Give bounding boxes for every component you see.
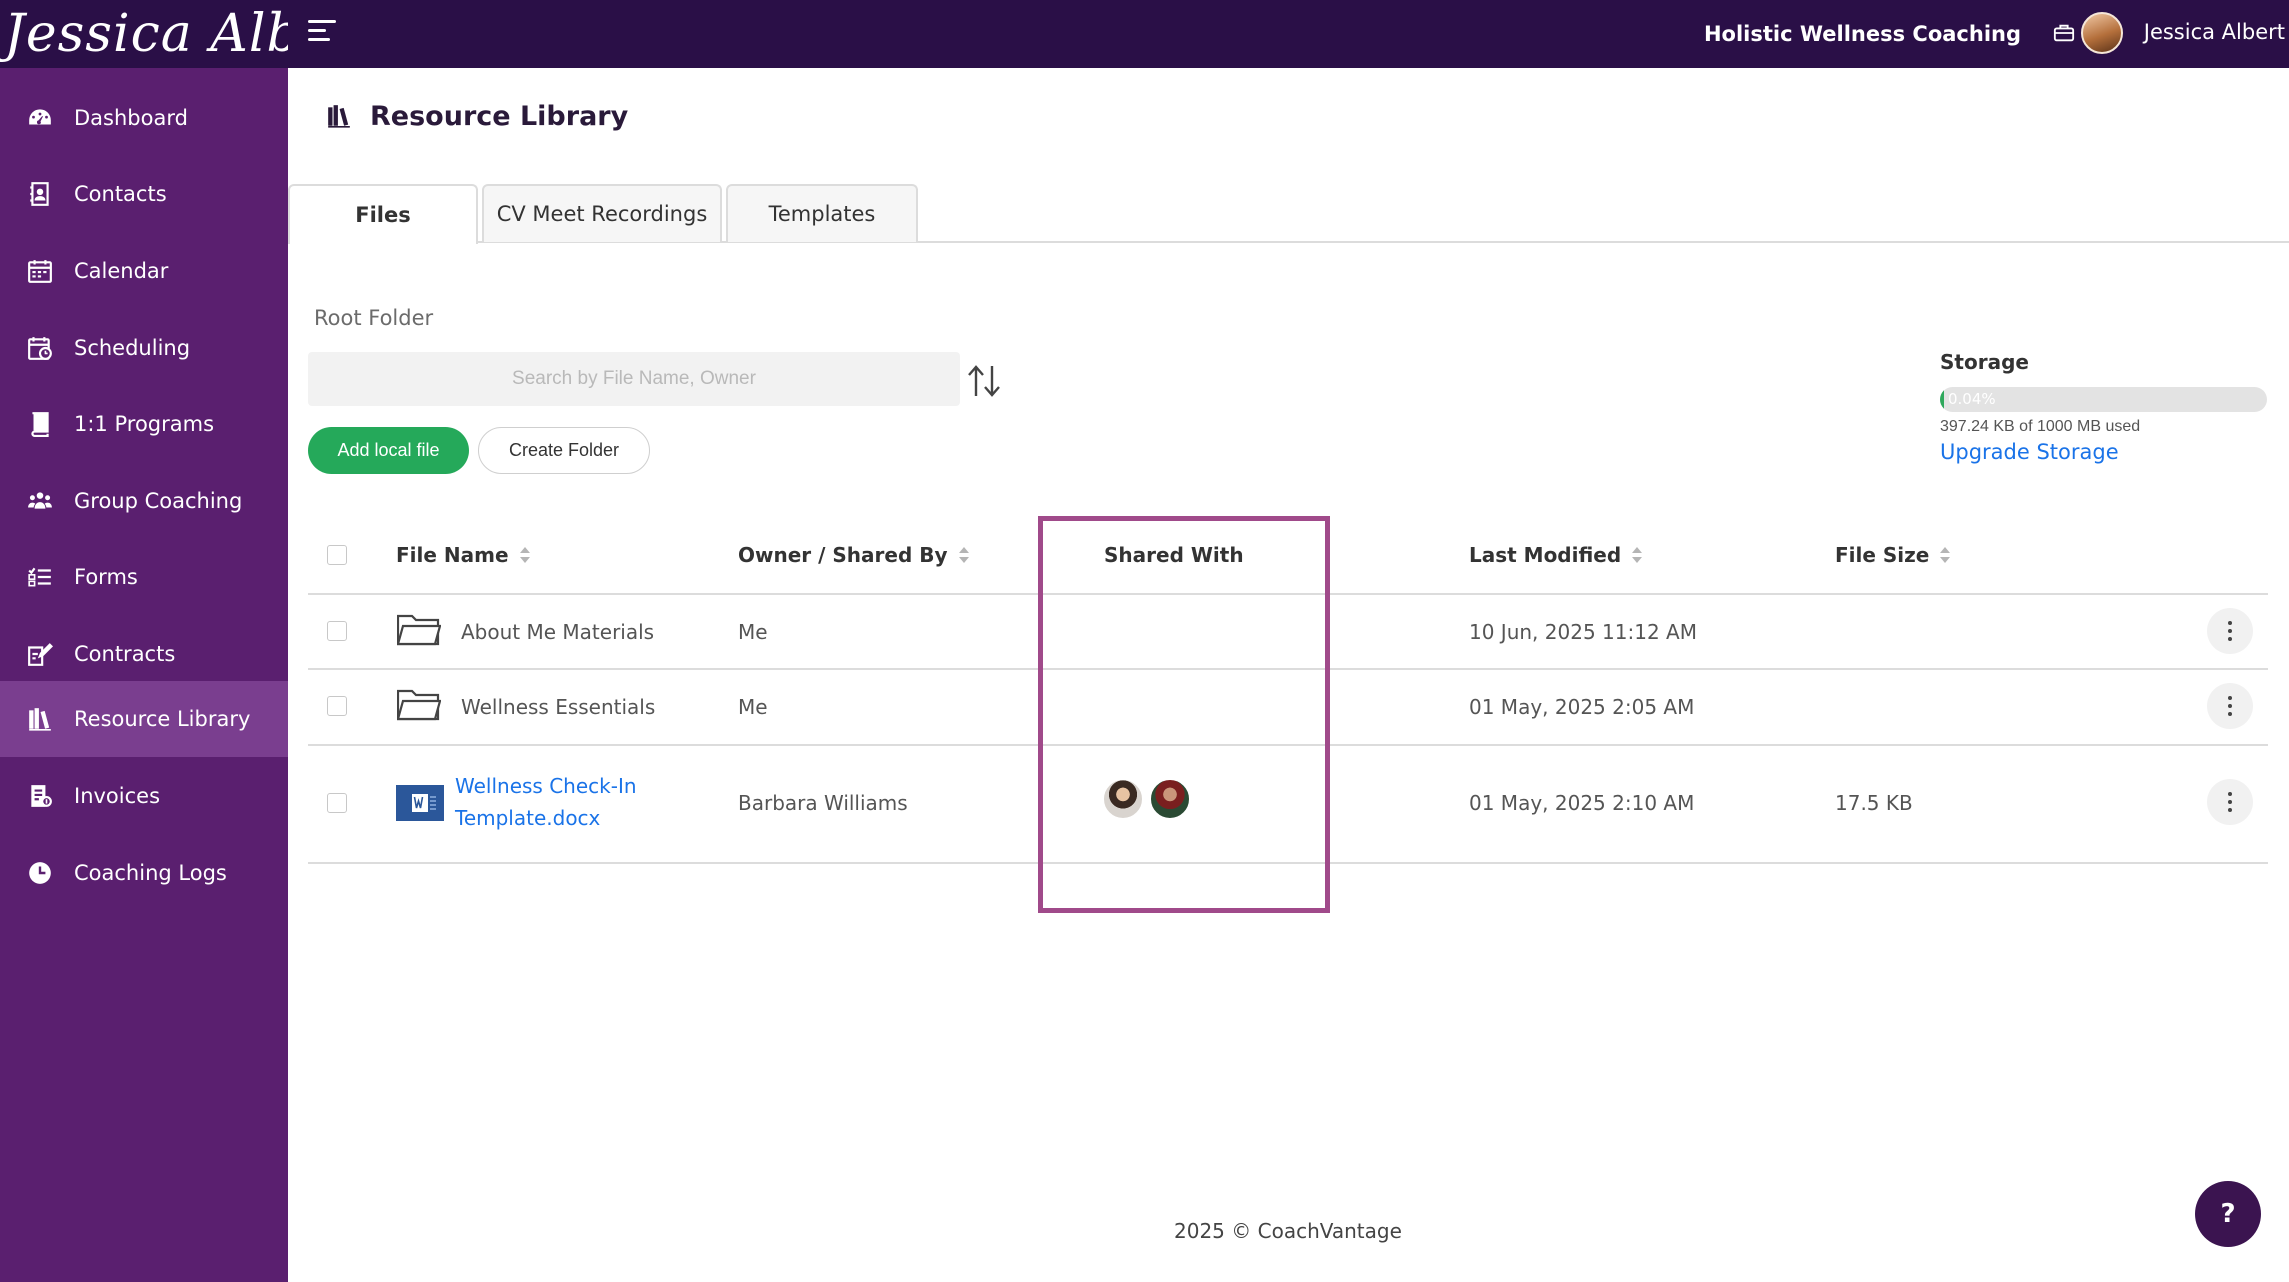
- file-owner: Me: [738, 620, 768, 644]
- shared-with-highlight: [1038, 516, 1330, 913]
- row-actions-icon[interactable]: [2207, 608, 2253, 654]
- header-file-name[interactable]: File Name: [396, 540, 531, 570]
- business-name[interactable]: Holistic Wellness Coaching: [1704, 0, 2021, 68]
- file-name-line: Wellness Check-In: [455, 774, 637, 798]
- tab-files[interactable]: Files: [288, 184, 478, 244]
- row-checkbox[interactable]: [327, 696, 347, 716]
- file-name[interactable]: Wellness Essentials: [461, 695, 655, 719]
- sidebar-item-forms[interactable]: Forms: [0, 539, 288, 615]
- invoices-icon: [26, 782, 54, 810]
- sidebar-item-label: Contracts: [74, 642, 176, 666]
- sort-toggle-icon[interactable]: [966, 364, 1002, 398]
- breadcrumb[interactable]: Root Folder: [314, 306, 433, 330]
- search-input[interactable]: [308, 352, 960, 406]
- tab-cv-meet-recordings[interactable]: CV Meet Recordings: [482, 184, 722, 242]
- sidebar-item-label: 1:1 Programs: [74, 412, 215, 436]
- brand-logo[interactable]: Jessica Albert: [0, 0, 288, 68]
- help-button[interactable]: ?: [2195, 1181, 2261, 1247]
- page-header: Resource Library: [326, 96, 628, 136]
- library-icon: [26, 705, 54, 733]
- storage-percent: 0.04%: [1948, 390, 1996, 408]
- folder-icon: [397, 614, 441, 646]
- sidebar-item-resource-library[interactable]: Resource Library: [0, 681, 288, 757]
- scheduling-icon: [26, 334, 54, 362]
- add-local-file-button[interactable]: Add local file: [308, 427, 469, 474]
- storage-progress-fill: [1940, 387, 1944, 412]
- sidebar-item-label: Scheduling: [74, 336, 191, 360]
- file-modified: 10 Jun, 2025 11:12 AM: [1469, 620, 1697, 644]
- sidebar-item-label: Calendar: [74, 259, 169, 283]
- sidebar-item-label: Forms: [74, 565, 138, 589]
- file-modified: 01 May, 2025 2:10 AM: [1469, 791, 1695, 815]
- briefcase-icon[interactable]: [2053, 22, 2075, 44]
- sidebar: Dashboard Contacts Calendar Scheduling 1…: [0, 68, 288, 1282]
- sidebar-item-programs[interactable]: 1:1 Programs: [0, 386, 288, 462]
- programs-icon: [26, 410, 54, 438]
- sort-icon: [519, 547, 530, 563]
- sidebar-item-group-coaching[interactable]: Group Coaching: [0, 463, 288, 539]
- header-label: Last Modified: [1469, 543, 1622, 567]
- storage-progress-bar: 0.04%: [1940, 387, 2267, 412]
- row-actions-icon[interactable]: [2207, 683, 2253, 729]
- sidebar-item-label: Coaching Logs: [74, 861, 227, 885]
- upgrade-storage-link[interactable]: Upgrade Storage: [1940, 440, 2119, 464]
- sort-icon: [1940, 547, 1951, 563]
- sidebar-item-invoices[interactable]: Invoices: [0, 758, 288, 834]
- header-label: File Name: [396, 543, 509, 567]
- sidebar-item-label: Dashboard: [74, 106, 188, 130]
- file-name-line: Template.docx: [455, 806, 601, 830]
- sidebar-item-contacts[interactable]: Contacts: [0, 156, 288, 232]
- sidebar-item-scheduling[interactable]: Scheduling: [0, 310, 288, 386]
- header-last-modified[interactable]: Last Modified: [1469, 540, 1643, 570]
- file-owner: Barbara Williams: [738, 791, 908, 815]
- file-modified: 01 May, 2025 2:05 AM: [1469, 695, 1695, 719]
- forms-icon: [26, 563, 54, 591]
- sidebar-item-label: Resource Library: [74, 707, 251, 731]
- file-size: 17.5 KB: [1835, 791, 1913, 815]
- row-actions-icon[interactable]: [2207, 779, 2253, 825]
- word-document-icon: [396, 785, 444, 821]
- sidebar-item-label: Group Coaching: [74, 489, 243, 513]
- folder-icon: [397, 689, 441, 721]
- storage-used-text: 397.24 KB of 1000 MB used: [1940, 418, 2141, 435]
- dashboard-icon: [26, 104, 54, 132]
- page-title: Resource Library: [370, 100, 629, 132]
- header-owner[interactable]: Owner / Shared By: [738, 540, 970, 570]
- create-folder-button[interactable]: Create Folder: [478, 427, 650, 474]
- header-file-size[interactable]: File Size: [1835, 540, 1951, 570]
- storage-label: Storage: [1940, 350, 2029, 374]
- sidebar-item-coaching-logs[interactable]: Coaching Logs: [0, 835, 288, 911]
- file-owner: Me: [738, 695, 768, 719]
- sidebar-item-label: Contacts: [74, 182, 167, 206]
- file-name[interactable]: About Me Materials: [461, 620, 654, 644]
- clock-icon: [26, 859, 54, 887]
- footer-copyright: 2025 © CoachVantage: [1174, 1219, 1402, 1243]
- library-icon: [328, 105, 350, 128]
- sort-icon: [1632, 547, 1643, 563]
- sort-icon: [958, 547, 969, 563]
- top-bar: Jessica Albert Holistic Wellness Coachin…: [0, 0, 2289, 68]
- group-icon: [26, 487, 54, 515]
- contacts-icon: [26, 180, 54, 208]
- calendar-icon: [26, 257, 54, 285]
- sidebar-item-calendar[interactable]: Calendar: [0, 233, 288, 309]
- header-label: File Size: [1835, 543, 1930, 567]
- user-avatar[interactable]: [2081, 12, 2123, 54]
- file-name-link[interactable]: Wellness Check-In Template.docx: [455, 770, 637, 834]
- tab-templates[interactable]: Templates: [726, 184, 918, 242]
- sidebar-item-label: Invoices: [74, 784, 161, 808]
- row-checkbox[interactable]: [327, 621, 347, 641]
- sidebar-item-dashboard[interactable]: Dashboard: [0, 80, 288, 156]
- menu-toggle-icon[interactable]: [308, 20, 336, 46]
- header-label: Owner / Shared By: [738, 543, 948, 567]
- row-checkbox[interactable]: [327, 793, 347, 813]
- contracts-icon: [26, 640, 54, 668]
- select-all-checkbox[interactable]: [327, 545, 347, 565]
- user-name[interactable]: Jessica Albert: [2144, 0, 2285, 64]
